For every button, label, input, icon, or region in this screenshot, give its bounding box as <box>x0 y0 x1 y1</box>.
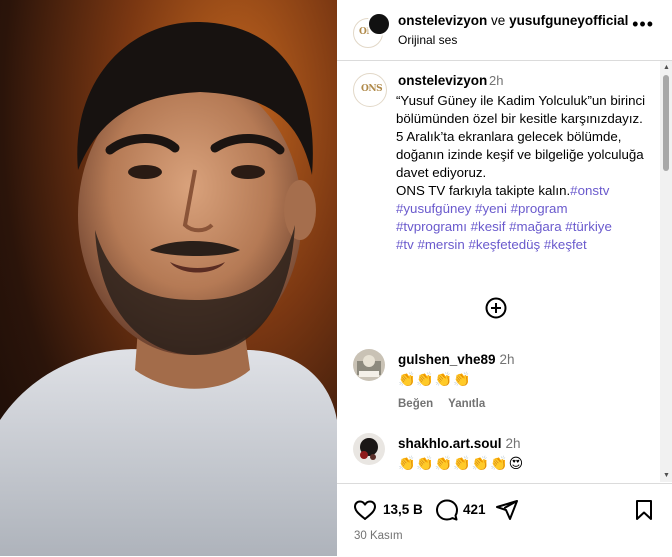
post-date: 30 Kasım <box>354 530 403 542</box>
share-icon[interactable] <box>495 498 519 522</box>
hashtag[interactable]: #türkiye <box>565 219 612 234</box>
original-audio-link[interactable]: Orijinal ses <box>398 33 457 47</box>
heart-icon[interactable] <box>353 498 377 522</box>
scrollbar[interactable]: ▲ ▼ <box>660 61 672 482</box>
comment-author: shakhlo.art.soul 2h <box>398 436 521 451</box>
more-options-icon[interactable]: ••• <box>632 15 654 33</box>
comment-icon[interactable] <box>435 498 459 522</box>
caption-time: 2h <box>489 73 504 88</box>
hashtag[interactable]: #tvprogramı <box>396 219 467 234</box>
caption-username[interactable]: onstelevizyon <box>398 73 487 88</box>
reel-video[interactable] <box>0 0 337 556</box>
post-actions-bar: 13,5 B 421 30 Kasım <box>337 483 672 557</box>
comment-actions: Beğen Yanıtla <box>398 398 497 410</box>
scrollbar-thumb[interactable] <box>663 75 669 171</box>
caption-author-avatar[interactable]: ONS <box>353 73 387 107</box>
commenter-avatar[interactable] <box>353 433 385 465</box>
comment-time: 2h <box>499 352 515 367</box>
post-panel: ONS onstelevizyon ve yusufguneyofficial … <box>337 0 672 556</box>
comment-author: gulshen_vhe89 2h <box>398 352 515 367</box>
bookmark-icon[interactable] <box>632 498 656 522</box>
post-header: ONS onstelevizyon ve yusufguneyofficial … <box>337 0 672 61</box>
comment-count[interactable]: 421 <box>463 502 486 517</box>
scroll-down-arrow-icon[interactable]: ▼ <box>663 472 670 479</box>
hashtag[interactable]: #kesif <box>471 219 506 234</box>
hashtag[interactable]: #mağara <box>509 219 561 234</box>
scroll-up-arrow-icon[interactable]: ▲ <box>663 64 670 71</box>
comment-time: 2h <box>505 436 521 451</box>
hashtag[interactable]: #mersin <box>417 237 464 252</box>
comment-text: 👏👏👏👏 <box>398 371 472 387</box>
comment-username[interactable]: gulshen_vhe89 <box>398 352 496 367</box>
author-link[interactable]: onstelevizyon <box>398 13 487 28</box>
hashtag[interactable]: #tv <box>396 237 414 252</box>
ons-logo: ONS <box>361 84 383 94</box>
comments-scroll-area[interactable]: ONS onstelevizyon 2h “Yusuf Güney ile Ka… <box>337 61 672 482</box>
hashtag[interactable]: #yusufgüney <box>396 201 471 216</box>
collaborator-avatar[interactable] <box>367 12 391 36</box>
commenter-avatar[interactable] <box>353 349 385 381</box>
hashtag[interactable]: #yeni <box>475 201 507 216</box>
collab-avatars[interactable]: ONS <box>353 12 391 48</box>
video-frame-illustration <box>0 21 337 556</box>
comment-username[interactable]: shakhlo.art.soul <box>398 436 502 451</box>
hashtag[interactable]: #keşfetedüş <box>468 237 540 252</box>
hashtag[interactable]: #keşfet <box>544 237 587 252</box>
comment-item: shakhlo.art.soul 2h 👏👏👏👏👏👏😍 <box>353 433 653 482</box>
load-more-comments-icon[interactable] <box>485 297 507 319</box>
reply-button[interactable]: Yanıtla <box>448 398 485 410</box>
like-count[interactable]: 13,5 B <box>383 502 423 517</box>
hashtag[interactable]: #program <box>511 201 568 216</box>
like-comment-button[interactable]: Beğen <box>398 398 433 410</box>
comment-item: gulshen_vhe89 2h 👏👏👏👏 Beğen Yanıtla <box>353 349 653 419</box>
authors-connector: ve <box>491 13 506 28</box>
comment-text: 👏👏👏👏👏👏😍 <box>398 455 525 471</box>
post-authors: onstelevizyon ve yusufguneyofficial <box>398 13 628 28</box>
hashtag[interactable]: #onstv <box>570 183 609 198</box>
collaborator-link[interactable]: yusufguneyofficial <box>509 13 628 28</box>
caption-text: “Yusuf Güney ile Kadim Yolculuk”un birin… <box>396 92 646 254</box>
